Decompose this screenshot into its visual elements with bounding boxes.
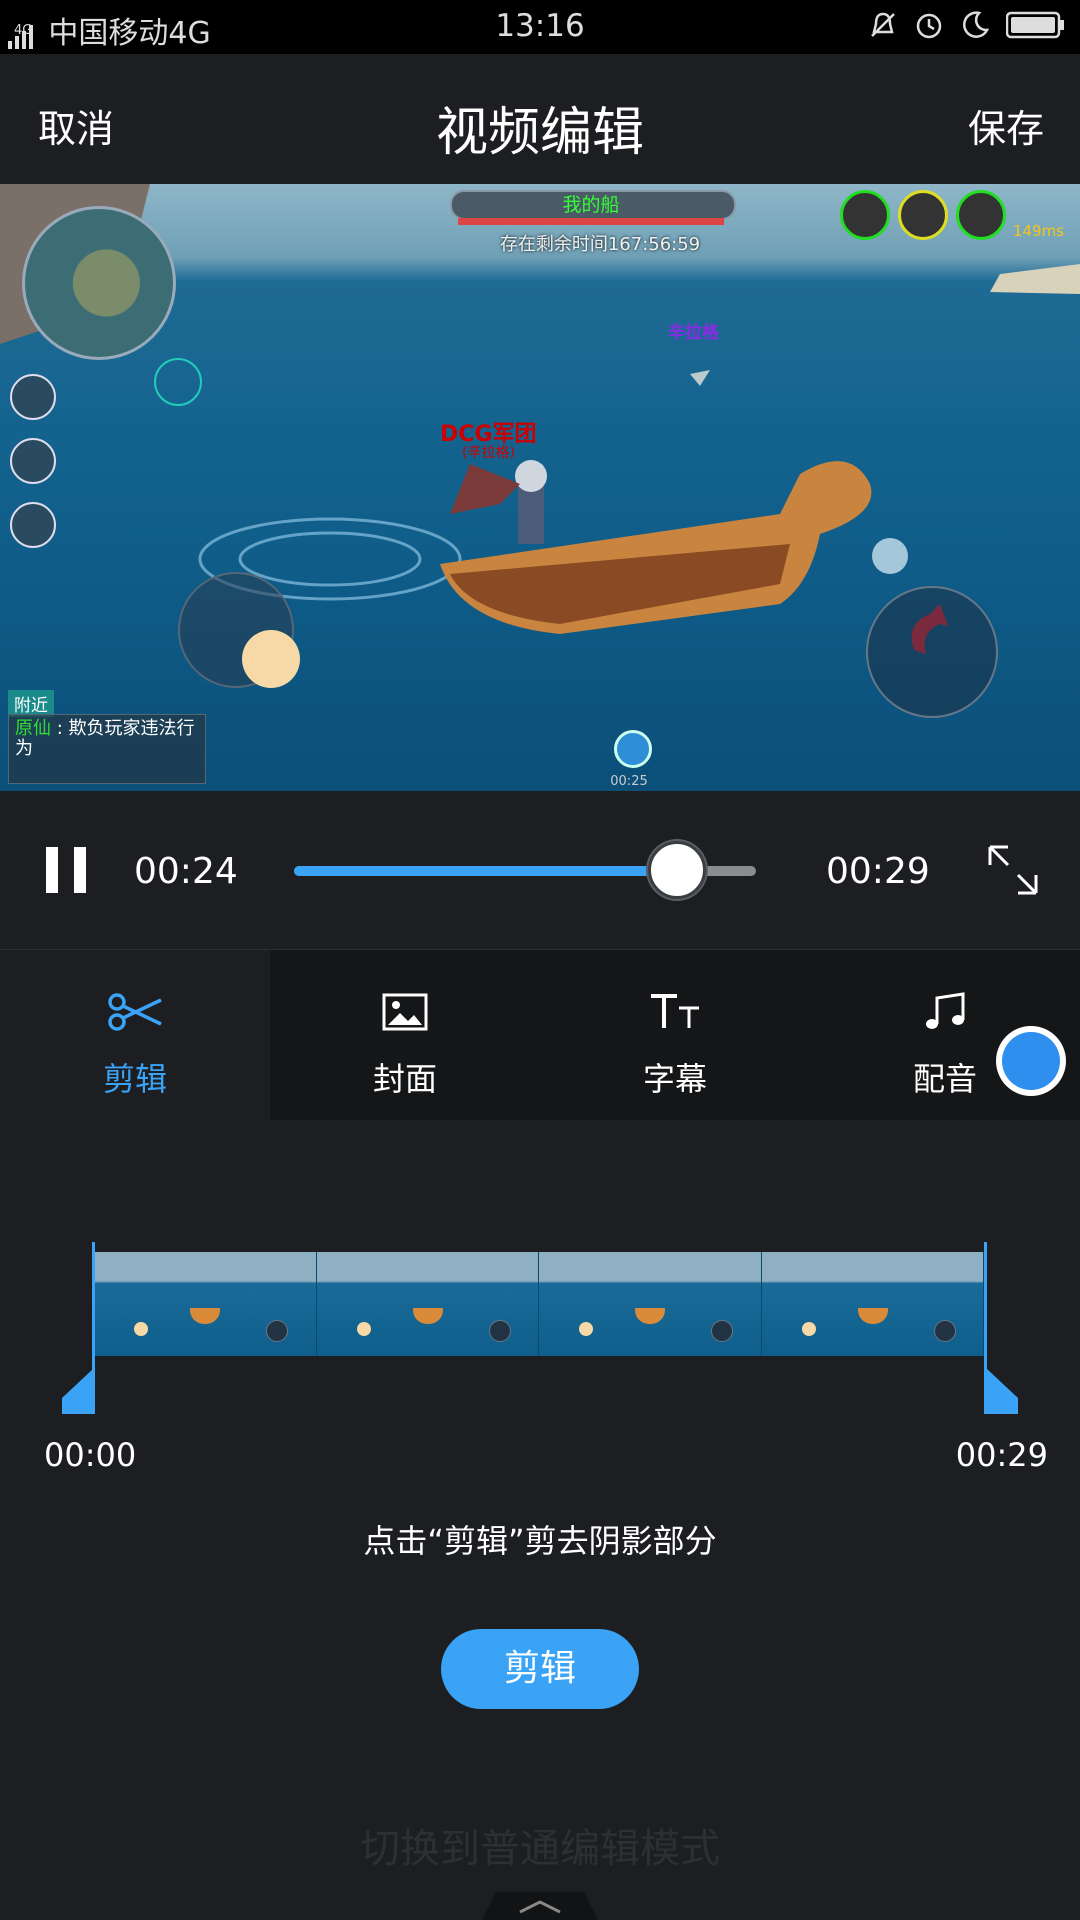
page-title: 视频编辑 bbox=[435, 103, 644, 163]
frame-boat bbox=[635, 1308, 665, 1324]
game-hp-bar bbox=[458, 218, 724, 225]
game-ping: 149ms bbox=[1012, 222, 1064, 240]
trim-start-handle[interactable] bbox=[62, 1368, 96, 1414]
frame-boat bbox=[857, 1308, 888, 1324]
frame-act bbox=[266, 1320, 288, 1342]
game-timer-text: 存在剩余时间167:56:59 bbox=[499, 234, 701, 255]
battery-icon bbox=[1006, 11, 1064, 39]
progress-thumb[interactable] bbox=[648, 841, 707, 899]
scissors-icon bbox=[0, 986, 270, 1038]
current-time: 00:24 bbox=[134, 851, 238, 892]
moon-icon bbox=[963, 11, 990, 38]
timeline-frame bbox=[316, 1252, 539, 1356]
header: 取消 视频编辑 保存 bbox=[0, 54, 1080, 184]
frame-act bbox=[711, 1320, 733, 1342]
image-icon bbox=[270, 986, 540, 1038]
frame-knob bbox=[134, 1322, 148, 1336]
tab-label: 剪辑 bbox=[102, 1060, 167, 1098]
pause-icon-bar bbox=[74, 847, 86, 893]
game-joystick-knob bbox=[242, 630, 300, 688]
timeline-strip[interactable] bbox=[94, 1252, 984, 1356]
timeline-frame bbox=[761, 1252, 984, 1356]
tab-label: 封面 bbox=[372, 1060, 437, 1098]
record-icon bbox=[614, 730, 652, 768]
chevron-up-icon bbox=[519, 1900, 561, 1914]
pause-button[interactable] bbox=[46, 847, 86, 893]
status-bar: 4G 中国移动4G 13:16 bbox=[0, 0, 1080, 54]
camera-icon bbox=[1002, 1032, 1060, 1090]
timeline-frame bbox=[94, 1252, 317, 1356]
tab-cover[interactable]: 封面 bbox=[270, 950, 540, 1120]
chat-bubble-icon bbox=[10, 502, 56, 548]
fullscreen-icon[interactable] bbox=[986, 843, 1040, 897]
game-chat-sender: 原仙 bbox=[15, 718, 51, 739]
timeline-frame bbox=[539, 1252, 762, 1356]
tab-cut[interactable]: 剪辑 bbox=[0, 950, 270, 1120]
game-chat-channel: 附近 bbox=[8, 690, 54, 717]
frame-knob bbox=[579, 1322, 593, 1336]
tab-label: 字幕 bbox=[642, 1060, 707, 1098]
heart-icon bbox=[840, 190, 890, 240]
frame-knob bbox=[356, 1322, 371, 1336]
timeline-start-time: 00:00 bbox=[44, 1436, 137, 1474]
progress-fill bbox=[294, 866, 678, 876]
status-icons bbox=[868, 10, 1066, 40]
frame-boat bbox=[412, 1308, 443, 1324]
video-preview[interactable]: 我的船 存在剩余时间167:56:59 149ms 辛拉格 DCG军团 (辛拉格… bbox=[0, 184, 1080, 791]
tab-subtitle[interactable]: 字幕 bbox=[540, 950, 810, 1120]
edit-tabs: 剪辑 封面 字幕 配音 bbox=[0, 950, 1080, 1120]
game-enemy-sub: (辛拉格) bbox=[462, 445, 515, 461]
game-marker bbox=[154, 358, 202, 406]
floating-record-button[interactable] bbox=[996, 1026, 1066, 1096]
hint-text: 点击“剪辑”剪去阴影部分 bbox=[363, 1522, 717, 1560]
player-controls: 00:24 00:29 bbox=[0, 791, 1080, 950]
frame-knob bbox=[801, 1322, 816, 1336]
text-size-icon bbox=[540, 986, 810, 1038]
frame-act bbox=[933, 1320, 956, 1342]
food-icon bbox=[898, 190, 948, 240]
timeline-end-time: 00:29 bbox=[955, 1436, 1048, 1474]
bottom-pull-tab[interactable] bbox=[482, 1892, 598, 1920]
game-action-button bbox=[866, 586, 998, 718]
pause-icon bbox=[46, 847, 58, 893]
water-drop-icon bbox=[956, 190, 1006, 240]
game-boat-label: 我的船 bbox=[562, 194, 620, 216]
horse-icon bbox=[10, 374, 56, 420]
game-chat-box: 原仙 : 欺负玩家违法行为 bbox=[8, 714, 206, 784]
bell-muted-icon bbox=[871, 12, 895, 37]
frame-boat bbox=[190, 1308, 220, 1324]
trim-end-handle[interactable] bbox=[984, 1368, 1018, 1414]
character-icon bbox=[10, 438, 56, 484]
total-time: 00:29 bbox=[826, 851, 930, 892]
save-button[interactable]: 保存 bbox=[968, 98, 1044, 153]
game-record-time: 00:25 bbox=[610, 774, 648, 789]
alarm-icon bbox=[916, 13, 942, 39]
cut-button[interactable]: 剪辑 bbox=[441, 1629, 639, 1709]
game-minimap bbox=[22, 206, 176, 360]
switch-mode-link[interactable]: 切换到普通编辑模式 bbox=[0, 1816, 1080, 1874]
game-player-name: 辛拉格 bbox=[668, 323, 719, 343]
frame-act bbox=[488, 1320, 511, 1342]
